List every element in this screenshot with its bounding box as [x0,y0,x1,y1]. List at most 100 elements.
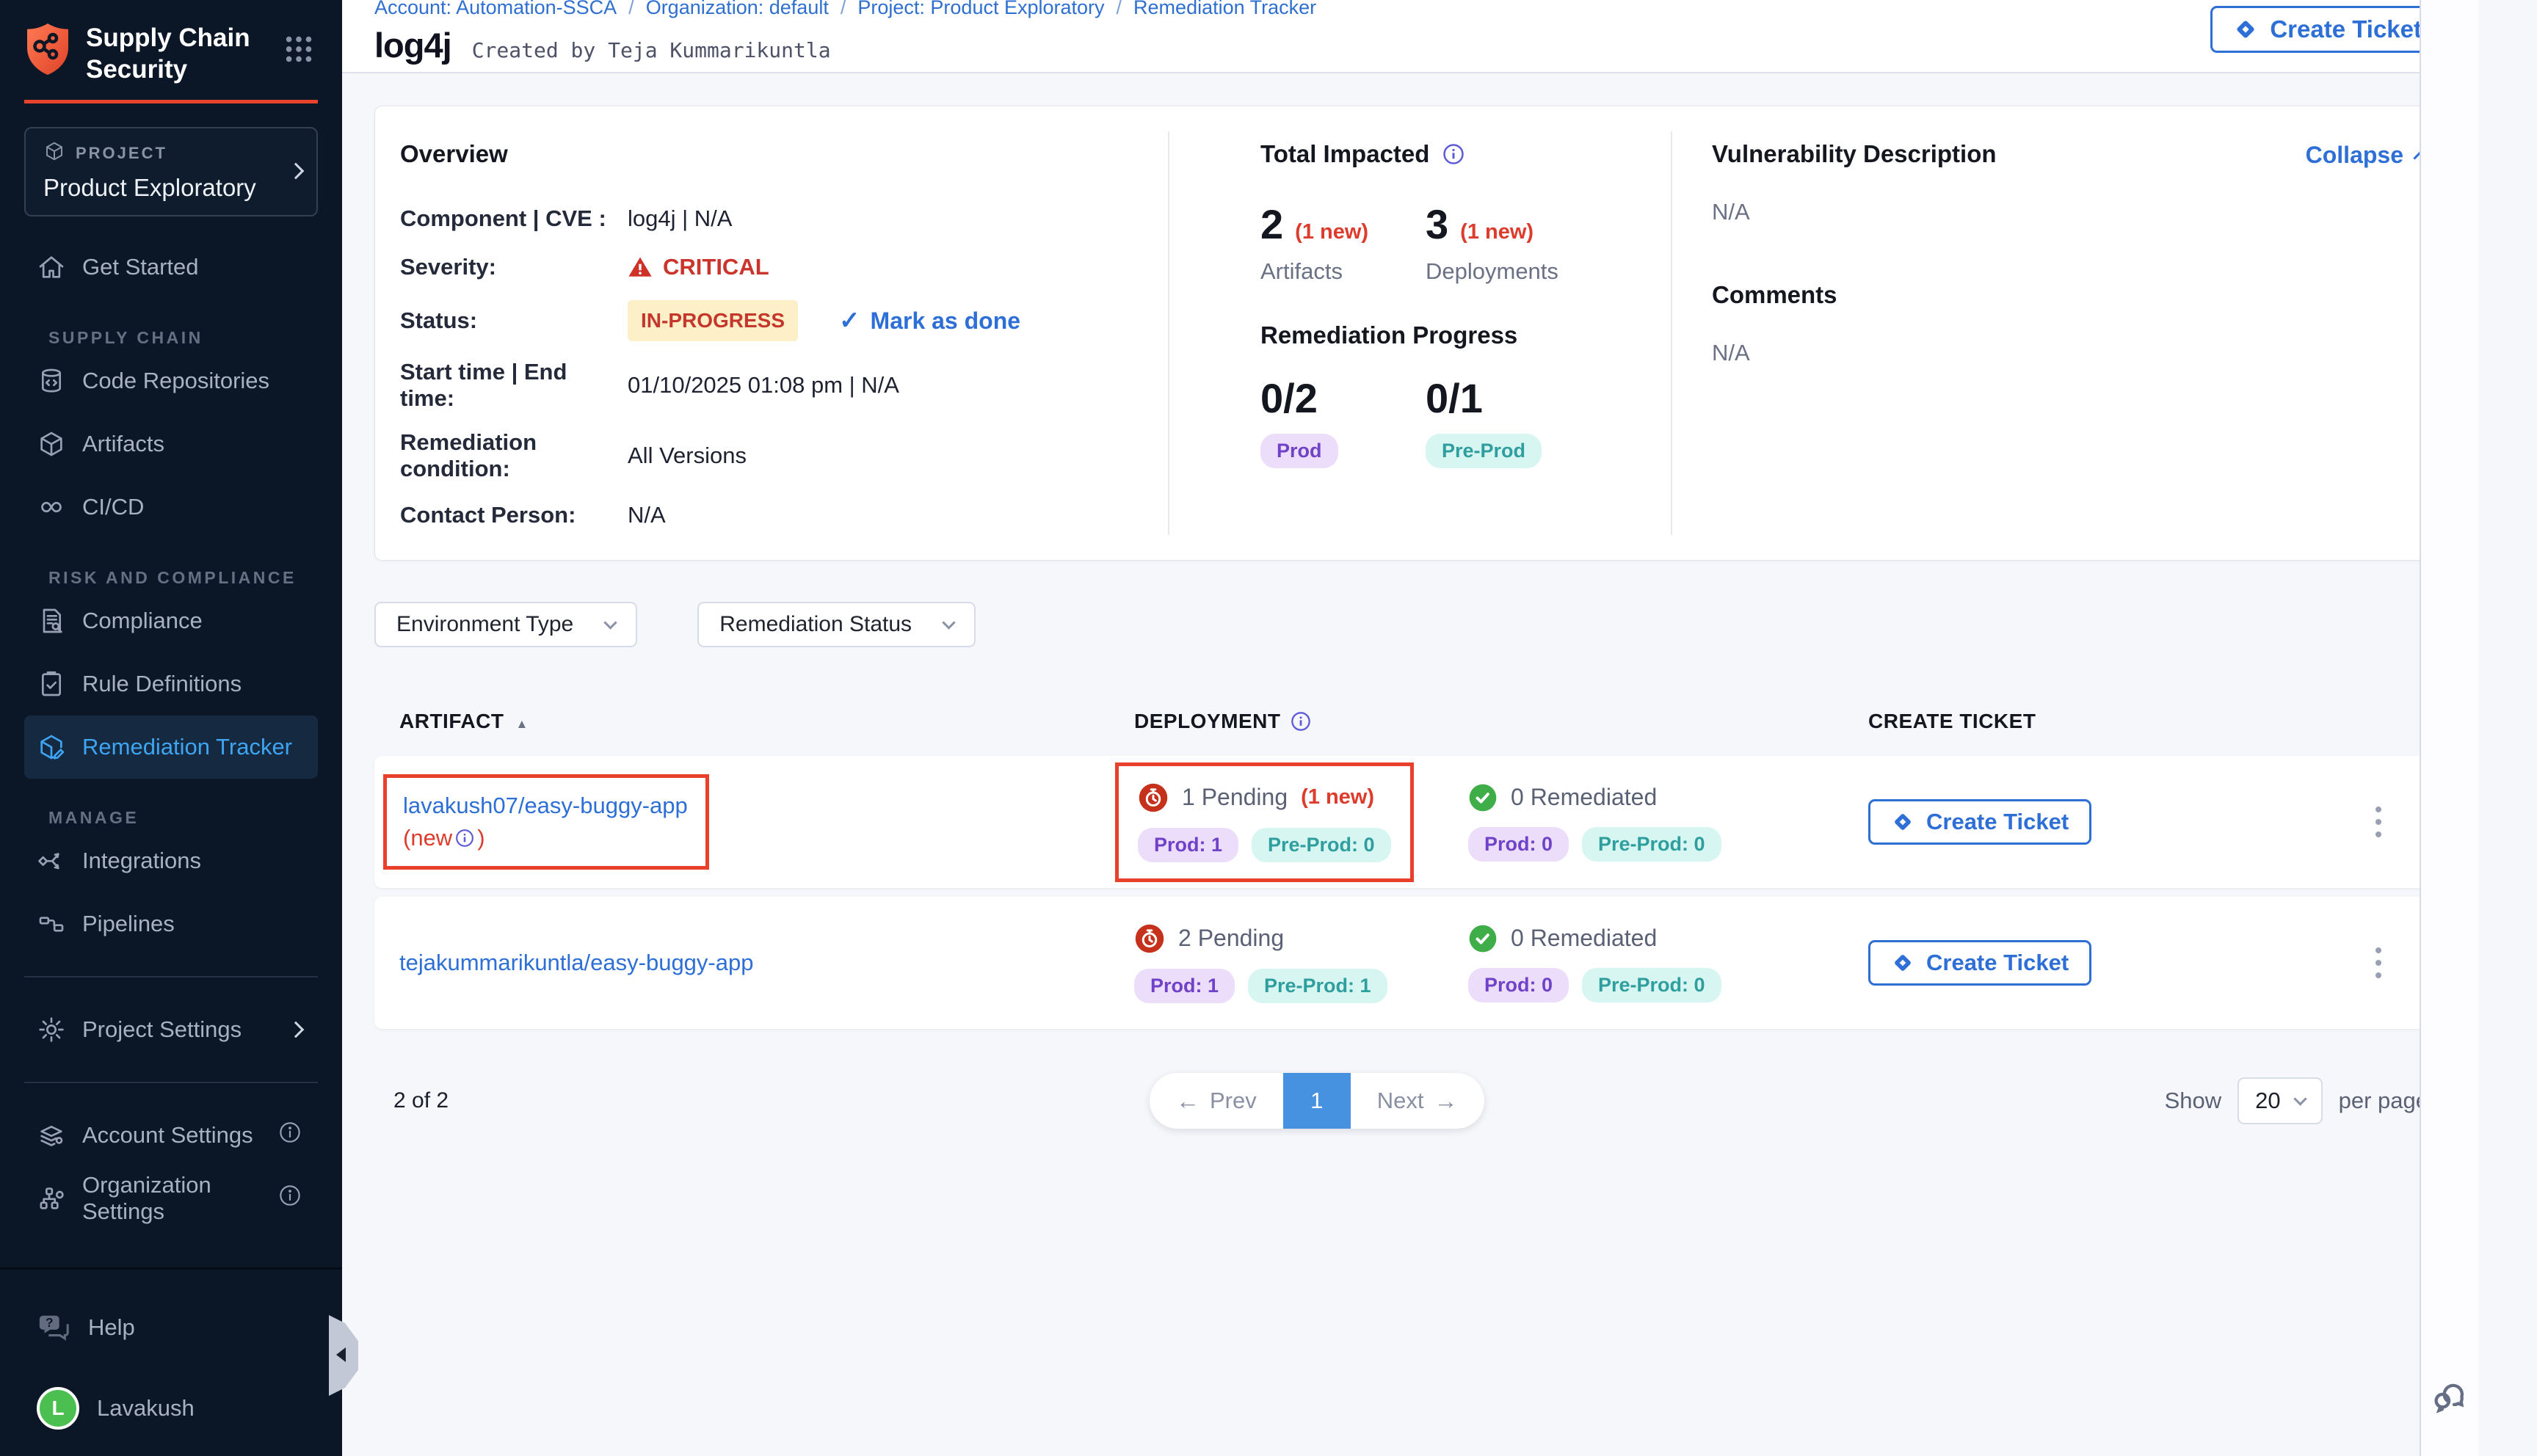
info-icon[interactable] [455,829,474,848]
contact-label: Contact Person: [400,502,628,528]
pending-new-count: (1 new) [1301,785,1374,809]
create-ticket-button-row[interactable]: Create Ticket [1868,940,2091,986]
project-selector[interactable]: PROJECT Product Exploratory [24,127,318,216]
chevron-down-icon [2293,1092,2306,1105]
current-page-button[interactable]: 1 [1283,1073,1351,1129]
help-label: Help [88,1314,135,1341]
pagination-pill: Prev 1 Next [1150,1073,1484,1129]
comments-value: N/A [1712,340,2428,366]
sidebar-item-rule-definitions[interactable]: Rule Definitions [24,652,318,716]
condition-row: Remediation condition: All Versions [400,429,1139,482]
preprod-badge: Pre-Prod: 0 [1582,968,1721,1002]
row-menu-kebab-icon[interactable] [2371,802,2386,842]
row-menu-kebab-icon[interactable] [2371,943,2386,983]
table-row[interactable]: lavakush07/easy-buggy-app (new ) [374,756,2450,888]
deployments-new-count: (1 new) [1460,220,1534,244]
help-button[interactable]: ? Help [37,1311,318,1344]
page-size-select[interactable]: 20 [2237,1077,2322,1124]
sidebar-item-label: Artifacts [82,431,164,457]
sidebar-item-label: Integrations [82,848,201,874]
time-value: 01/10/2025 01:08 pm | N/A [628,372,899,398]
breadcrumb-separator [628,0,634,19]
user-menu[interactable]: L Lavakush [37,1387,318,1430]
breadcrumb-separator [841,0,846,19]
total-impacted-heading: Total Impacted [1260,140,1429,168]
remediation-status-filter[interactable]: Remediation Status [697,602,976,647]
sidebar-item-artifacts[interactable]: Artifacts [24,412,318,476]
sidebar-item-account-settings[interactable]: Account Settings [24,1104,318,1167]
pagination-bar: 2 of 2 Prev 1 Next Show 20 [374,1073,2450,1129]
artifact-link[interactable]: lavakush07/easy-buggy-app [403,790,688,822]
next-page-button[interactable]: Next [1351,1073,1484,1129]
breadcrumb-separator [1117,0,1122,19]
sort-ascending-icon[interactable] [515,710,528,733]
module-switcher-grid-icon[interactable] [282,32,316,70]
severity-label: Severity: [400,254,628,280]
environment-type-filter[interactable]: Environment Type [374,602,637,647]
breadcrumb-account[interactable]: Account: Automation-SSCA [374,0,617,19]
page-title: log4j [374,25,451,65]
sidebar-item-label: CI/CD [82,494,144,520]
impact-column: Total Impacted 2 (1 new) Artifacts [1169,106,1671,560]
breadcrumb-organization[interactable]: Organization: default [646,0,829,19]
preprod-badge: Pre-Prod: 0 [1582,827,1721,862]
artifact-link[interactable]: tejakummarikuntla/easy-buggy-app [399,950,753,975]
prod-progress-stat: 0/2 Prod [1260,374,1426,468]
create-ticket-button-top[interactable]: Create Ticket [2210,6,2445,53]
info-icon[interactable] [1442,143,1465,165]
result-count: 2 of 2 [374,1088,449,1113]
chevron-down-icon [942,616,955,629]
created-by: Created by Teja Kummarikuntla [472,38,831,62]
sidebar-item-label: Code Repositories [82,368,269,394]
sidebar-item-remediation-tracker[interactable]: Remediation Tracker [24,716,318,779]
critical-warning-icon [628,255,653,280]
table-header: ARTIFACT DEPLOYMENT CREATE TICKET [374,696,2450,747]
sidebar-item-get-started[interactable]: Get Started [24,236,318,299]
arrow-left-icon [1176,1088,1199,1115]
breadcrumb-remediation-tracker[interactable]: Remediation Tracker [1133,0,1316,19]
sidebar-item-pipelines[interactable]: Pipelines [24,892,318,956]
ticket-diamond-icon [1891,810,1914,834]
create-ticket-label: Create Ticket [2270,15,2422,43]
annotation-box-artifact: lavakush07/easy-buggy-app (new ) [383,774,709,870]
column-create-ticket: CREATE TICKET [1868,710,2036,733]
collapse-button[interactable]: Collapse [2306,142,2425,169]
show-label: Show [2165,1088,2222,1114]
sidebar-item-code-repositories[interactable]: Code Repositories [24,349,318,412]
sidebar-item-compliance[interactable]: Compliance [24,589,318,652]
remediated-count: 0 Remediated [1511,784,1657,811]
vulnerability-description-value: N/A [1712,199,2428,225]
sidebar-item-integrations[interactable]: Integrations [24,829,318,892]
app-root: Supply Chain Security PROJEC [0,0,2537,1456]
prod-badge: Prod: 1 [1138,828,1238,862]
support-chat-icon[interactable] [2428,1377,2471,1423]
page-body: Overview Component | CVE : log4j | N/A S… [342,73,2478,1129]
column-artifact[interactable]: ARTIFACT [399,710,504,733]
description-column: Vulnerability Description Collapse N/A C… [1672,106,2450,560]
prod-badge: Prod: 0 [1468,968,1569,1002]
sidebar-item-label: Remediation Tracker [82,734,292,760]
sidebar-item-label: Account Settings [82,1122,253,1149]
info-icon[interactable] [278,1121,302,1150]
contact-value: N/A [628,502,666,528]
create-ticket-button-row[interactable]: Create Ticket [1868,799,2091,845]
table-row[interactable]: tejakummarikuntla/easy-buggy-app 2 Pendi… [374,897,2450,1029]
info-icon[interactable] [278,1184,302,1213]
breadcrumb-project[interactable]: Project: Product Exploratory [857,0,1104,19]
sidebar-item-organization-settings[interactable]: Organization Settings [24,1167,318,1230]
preprod-badge: Pre-Prod [1426,434,1542,468]
deployments-stat: 3 (1 new) Deployments [1426,200,1591,285]
prod-badge: Prod: 0 [1468,827,1569,862]
mark-as-done-button[interactable]: Mark as done [839,306,1020,335]
sidebar-item-label: Pipelines [82,911,175,937]
sidebar-item-project-settings[interactable]: Project Settings [24,998,318,1061]
prev-page-button[interactable]: Prev [1150,1073,1283,1129]
sidebar-item-cicd[interactable]: CI/CD [24,476,318,539]
sidebar-section-supply-chain: SUPPLY CHAIN [48,328,342,348]
sidebar-section-risk-compliance: RISK AND COMPLIANCE [48,568,342,588]
overview-column: Overview Component | CVE : log4j | N/A S… [375,106,1168,560]
sidebar-section-manage: MANAGE [48,808,342,828]
user-name: Lavakush [97,1395,195,1422]
sidebar-item-label: Project Settings [82,1016,242,1043]
info-icon[interactable] [1291,711,1311,732]
